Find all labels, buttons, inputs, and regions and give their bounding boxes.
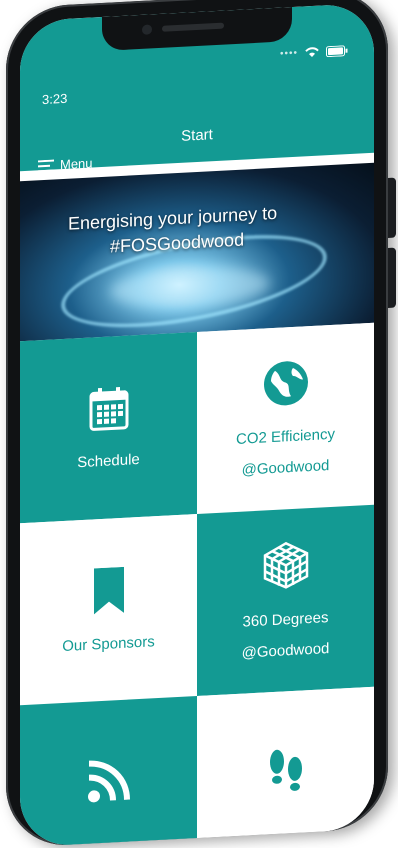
page-title: Start: [181, 126, 213, 145]
tile-schedule[interactable]: Schedule: [20, 331, 197, 524]
battery-icon: [326, 44, 348, 57]
tile-360-degrees[interactable]: 360 Degrees @Goodwood: [197, 504, 374, 696]
banner-text-line1: Energising your journey to: [68, 202, 278, 234]
menu-label: Menu: [60, 155, 93, 173]
side-button: [388, 247, 396, 308]
app-screen: 3:23 •••• Start Menu Energising your jou…: [20, 2, 374, 848]
tile-label: Schedule: [77, 450, 140, 471]
wifi-icon: [304, 46, 320, 59]
status-time: 3:23: [42, 90, 68, 108]
tile-grid: Schedule CO2 Efficiency @Goodwood Our Sp…: [20, 322, 374, 848]
hero-banner[interactable]: Energising your journey to #FOSGoodwood: [20, 162, 374, 342]
camera: [142, 24, 152, 35]
menu-button[interactable]: Menu: [38, 155, 93, 173]
phone-frame: 3:23 •••• Start Menu Energising your jou…: [6, 0, 396, 848]
calendar-icon: [89, 385, 129, 435]
signal-dots-icon: ••••: [279, 47, 298, 60]
tile-news[interactable]: [20, 695, 197, 848]
globe-icon: [263, 359, 309, 411]
tile-label: 360 Degrees: [242, 609, 329, 631]
bookmark-icon: [93, 566, 124, 618]
hamburger-icon: [38, 158, 54, 172]
tile-label: CO2 Efficiency: [236, 425, 335, 448]
footsteps-icon: [266, 746, 306, 800]
speaker: [162, 22, 224, 32]
tile-label: Our Sponsors: [62, 632, 155, 655]
tile-our-sponsors[interactable]: Our Sponsors: [20, 513, 197, 706]
tile-sublabel: @Goodwood: [241, 640, 330, 662]
side-button: [388, 177, 396, 238]
cube-icon: [263, 540, 309, 594]
status-icons: ••••: [280, 44, 348, 60]
rss-icon: [87, 757, 131, 807]
tile-footsteps[interactable]: [197, 686, 374, 848]
tile-sublabel: @Goodwood: [241, 457, 330, 479]
tile-co2-efficiency[interactable]: CO2 Efficiency @Goodwood: [197, 322, 374, 514]
